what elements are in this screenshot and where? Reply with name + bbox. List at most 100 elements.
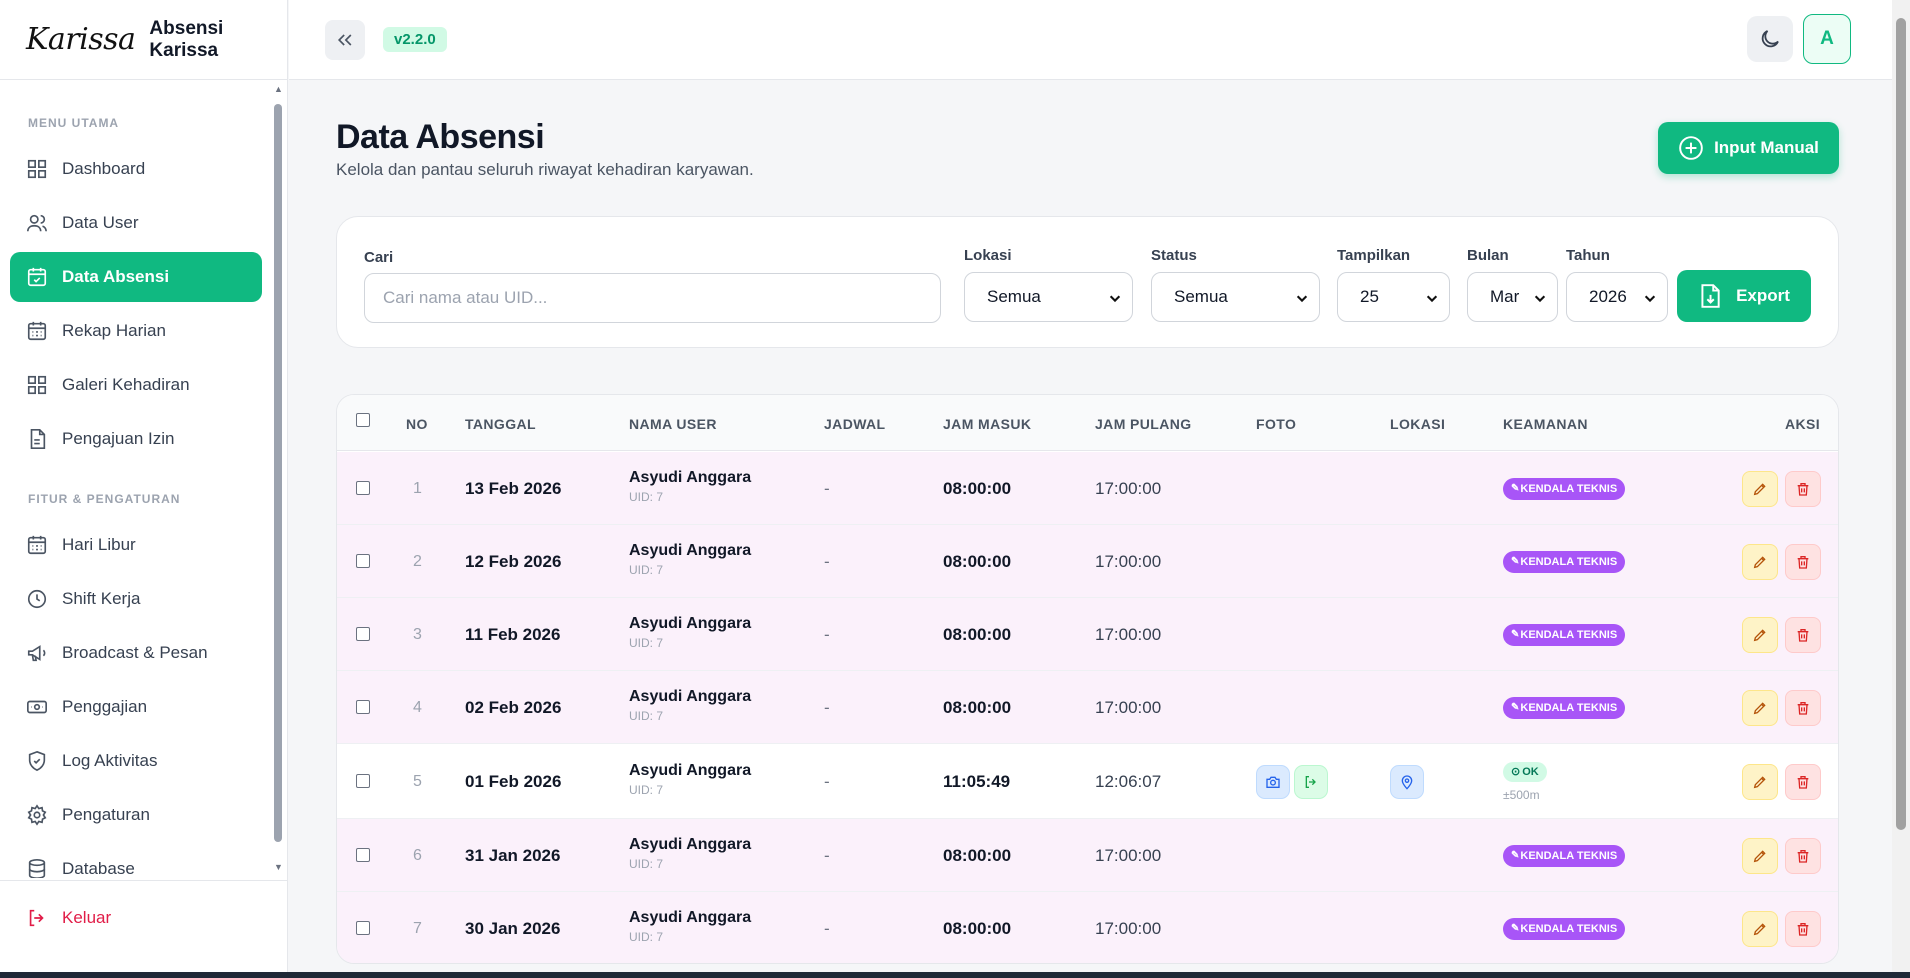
edit-button[interactable] [1742,543,1778,580]
row-jam-pulang: 17:00:00 [1095,918,1162,938]
row-uid: UID: 7 [629,489,664,504]
sidebar-item-hari-libur[interactable]: Hari Libur [10,520,262,570]
status-select[interactable]: Semua [1151,272,1320,322]
sidebar-item-rekap-harian[interactable]: Rekap Harian [10,306,262,356]
database-icon [28,859,46,878]
bulan-select[interactable]: Mar [1467,272,1558,322]
sidebar-item-shift-kerja[interactable]: Shift Kerja [10,574,262,624]
trash-icon [1795,921,1811,937]
attendance-table: NO TANGGAL NAMA USER JADWAL JAM MASUK JA… [336,394,1839,964]
input-manual-button[interactable]: Input Manual [1658,122,1839,174]
sidebar-item-penggajian[interactable]: Penggajian [10,682,262,732]
tahun-select[interactable]: 2026 [1566,272,1668,322]
theme-toggle-button[interactable] [1747,16,1793,62]
row-checkbox[interactable] [356,699,370,714]
row-checkbox[interactable] [356,920,370,935]
moon-icon [1761,30,1779,48]
page-scroll-thumb[interactable] [1896,18,1906,830]
row-checkbox[interactable] [356,553,370,568]
edit-button[interactable] [1742,689,1778,726]
sidebar-item-broadcast[interactable]: Broadcast & Pesan [10,628,262,678]
photo-out-button[interactable] [1294,764,1328,799]
wrench-icon: ✎ [1511,556,1520,567]
table-header: NO TANGGAL NAMA USER JADWAL JAM MASUK JA… [337,395,1838,451]
tampilkan-label: Tampilkan [1337,247,1411,264]
avatar[interactable]: A [1803,14,1851,64]
sidebar-item-label: Pengajuan Izin [62,429,175,448]
row-jam-pulang: 17:00:00 [1095,551,1162,571]
sidebar-item-galeri-kehadiran[interactable]: Galeri Kehadiran [10,360,262,410]
row-jam-masuk: 08:00:00 [943,918,1012,938]
tampilkan-select[interactable]: 25 [1337,272,1450,322]
delete-button[interactable] [1785,763,1821,800]
row-checkbox[interactable] [356,480,370,495]
sidebar-item-pengaturan[interactable]: Pengaturan [10,790,262,840]
row-checkbox[interactable] [356,626,370,641]
sidebar-scroll-thumb[interactable] [274,104,282,842]
delete-button[interactable] [1785,689,1821,726]
row-uid: UID: 7 [629,635,664,650]
security-badge-kendala: ✎ KENDALA TEKNIS [1503,696,1626,719]
pencil-icon [1752,700,1768,716]
delete-button[interactable] [1785,470,1821,507]
shield-icon [28,750,46,772]
logout-icon [29,909,44,926]
sidebar-item-database[interactable]: Database [10,844,262,878]
pencil-icon [1752,774,1768,790]
edit-button[interactable] [1742,763,1778,800]
delete-button[interactable] [1785,837,1821,874]
th-no: NO [406,416,428,432]
row-jam-pulang: 17:00:00 [1095,478,1162,498]
lokasi-select[interactable]: Semua [964,272,1133,322]
document-icon [30,429,46,449]
scroll-up-icon[interactable]: ▲ [274,84,283,94]
export-label: Export [1736,286,1790,305]
security-status: KENDALA TEKNIS [1520,849,1618,862]
row-nama-user: Asyudi Anggara [629,835,752,853]
trash-icon [1795,554,1811,570]
select-all-checkbox[interactable] [356,413,370,427]
export-button[interactable]: Export [1677,270,1811,322]
row-checkbox[interactable] [356,773,370,788]
topbar: v2.2.0 A [289,0,1892,80]
security-badge-kendala: ✎ KENDALA TEKNIS [1503,477,1626,500]
pencil-icon [1752,921,1768,937]
sidebar-item-label: Shift Kerja [62,589,141,608]
wrench-icon: ✎ [1511,923,1520,934]
edit-button[interactable] [1742,616,1778,653]
delete-button[interactable] [1785,616,1821,653]
logout-button[interactable]: Keluar [0,880,287,978]
sidebar-item-dashboard[interactable]: Dashboard [10,144,262,194]
scroll-down-icon[interactable]: ▼ [274,862,283,872]
sidebar-item-label: Database [62,859,135,878]
edit-button[interactable] [1742,910,1778,947]
collapse-sidebar-button[interactable] [325,20,365,60]
sidebar-item-pengajuan-izin[interactable]: Pengajuan Izin [10,414,262,464]
photo-in-button[interactable] [1256,764,1290,799]
page-scrollbar[interactable] [1892,0,1910,978]
search-label: Cari [364,249,394,266]
page-title: Data Absensi [336,118,545,156]
row-jadwal: - [824,551,830,571]
row-radius: ±500m [1503,787,1540,802]
location-button[interactable] [1390,764,1424,799]
edit-button[interactable] [1742,470,1778,507]
trash-icon [1795,627,1811,643]
edit-button[interactable] [1742,837,1778,874]
file-download-icon [1701,284,1720,308]
sidebar-item-label: Data Absensi [62,267,170,286]
sidebar-scrollbar[interactable]: ▲ ▼ [272,82,284,878]
delete-button[interactable] [1785,910,1821,947]
row-tanggal: 30 Jan 2026 [465,918,561,938]
chevron-down-icon [1295,290,1309,304]
sidebar-item-data-absensi[interactable]: Data Absensi [10,252,262,302]
sidebar-item-data-user[interactable]: Data User [10,198,262,248]
security-badge-kendala: ✎ KENDALA TEKNIS [1503,917,1626,940]
sidebar-item-log-aktivitas[interactable]: Log Aktivitas [10,736,262,786]
search-input[interactable]: Cari nama atau UID... [364,273,941,323]
chevron-down-icon [1643,290,1657,304]
row-no: 3 [413,625,422,643]
delete-button[interactable] [1785,543,1821,580]
row-checkbox[interactable] [356,847,370,862]
row-nama-user: Asyudi Anggara [629,468,752,486]
